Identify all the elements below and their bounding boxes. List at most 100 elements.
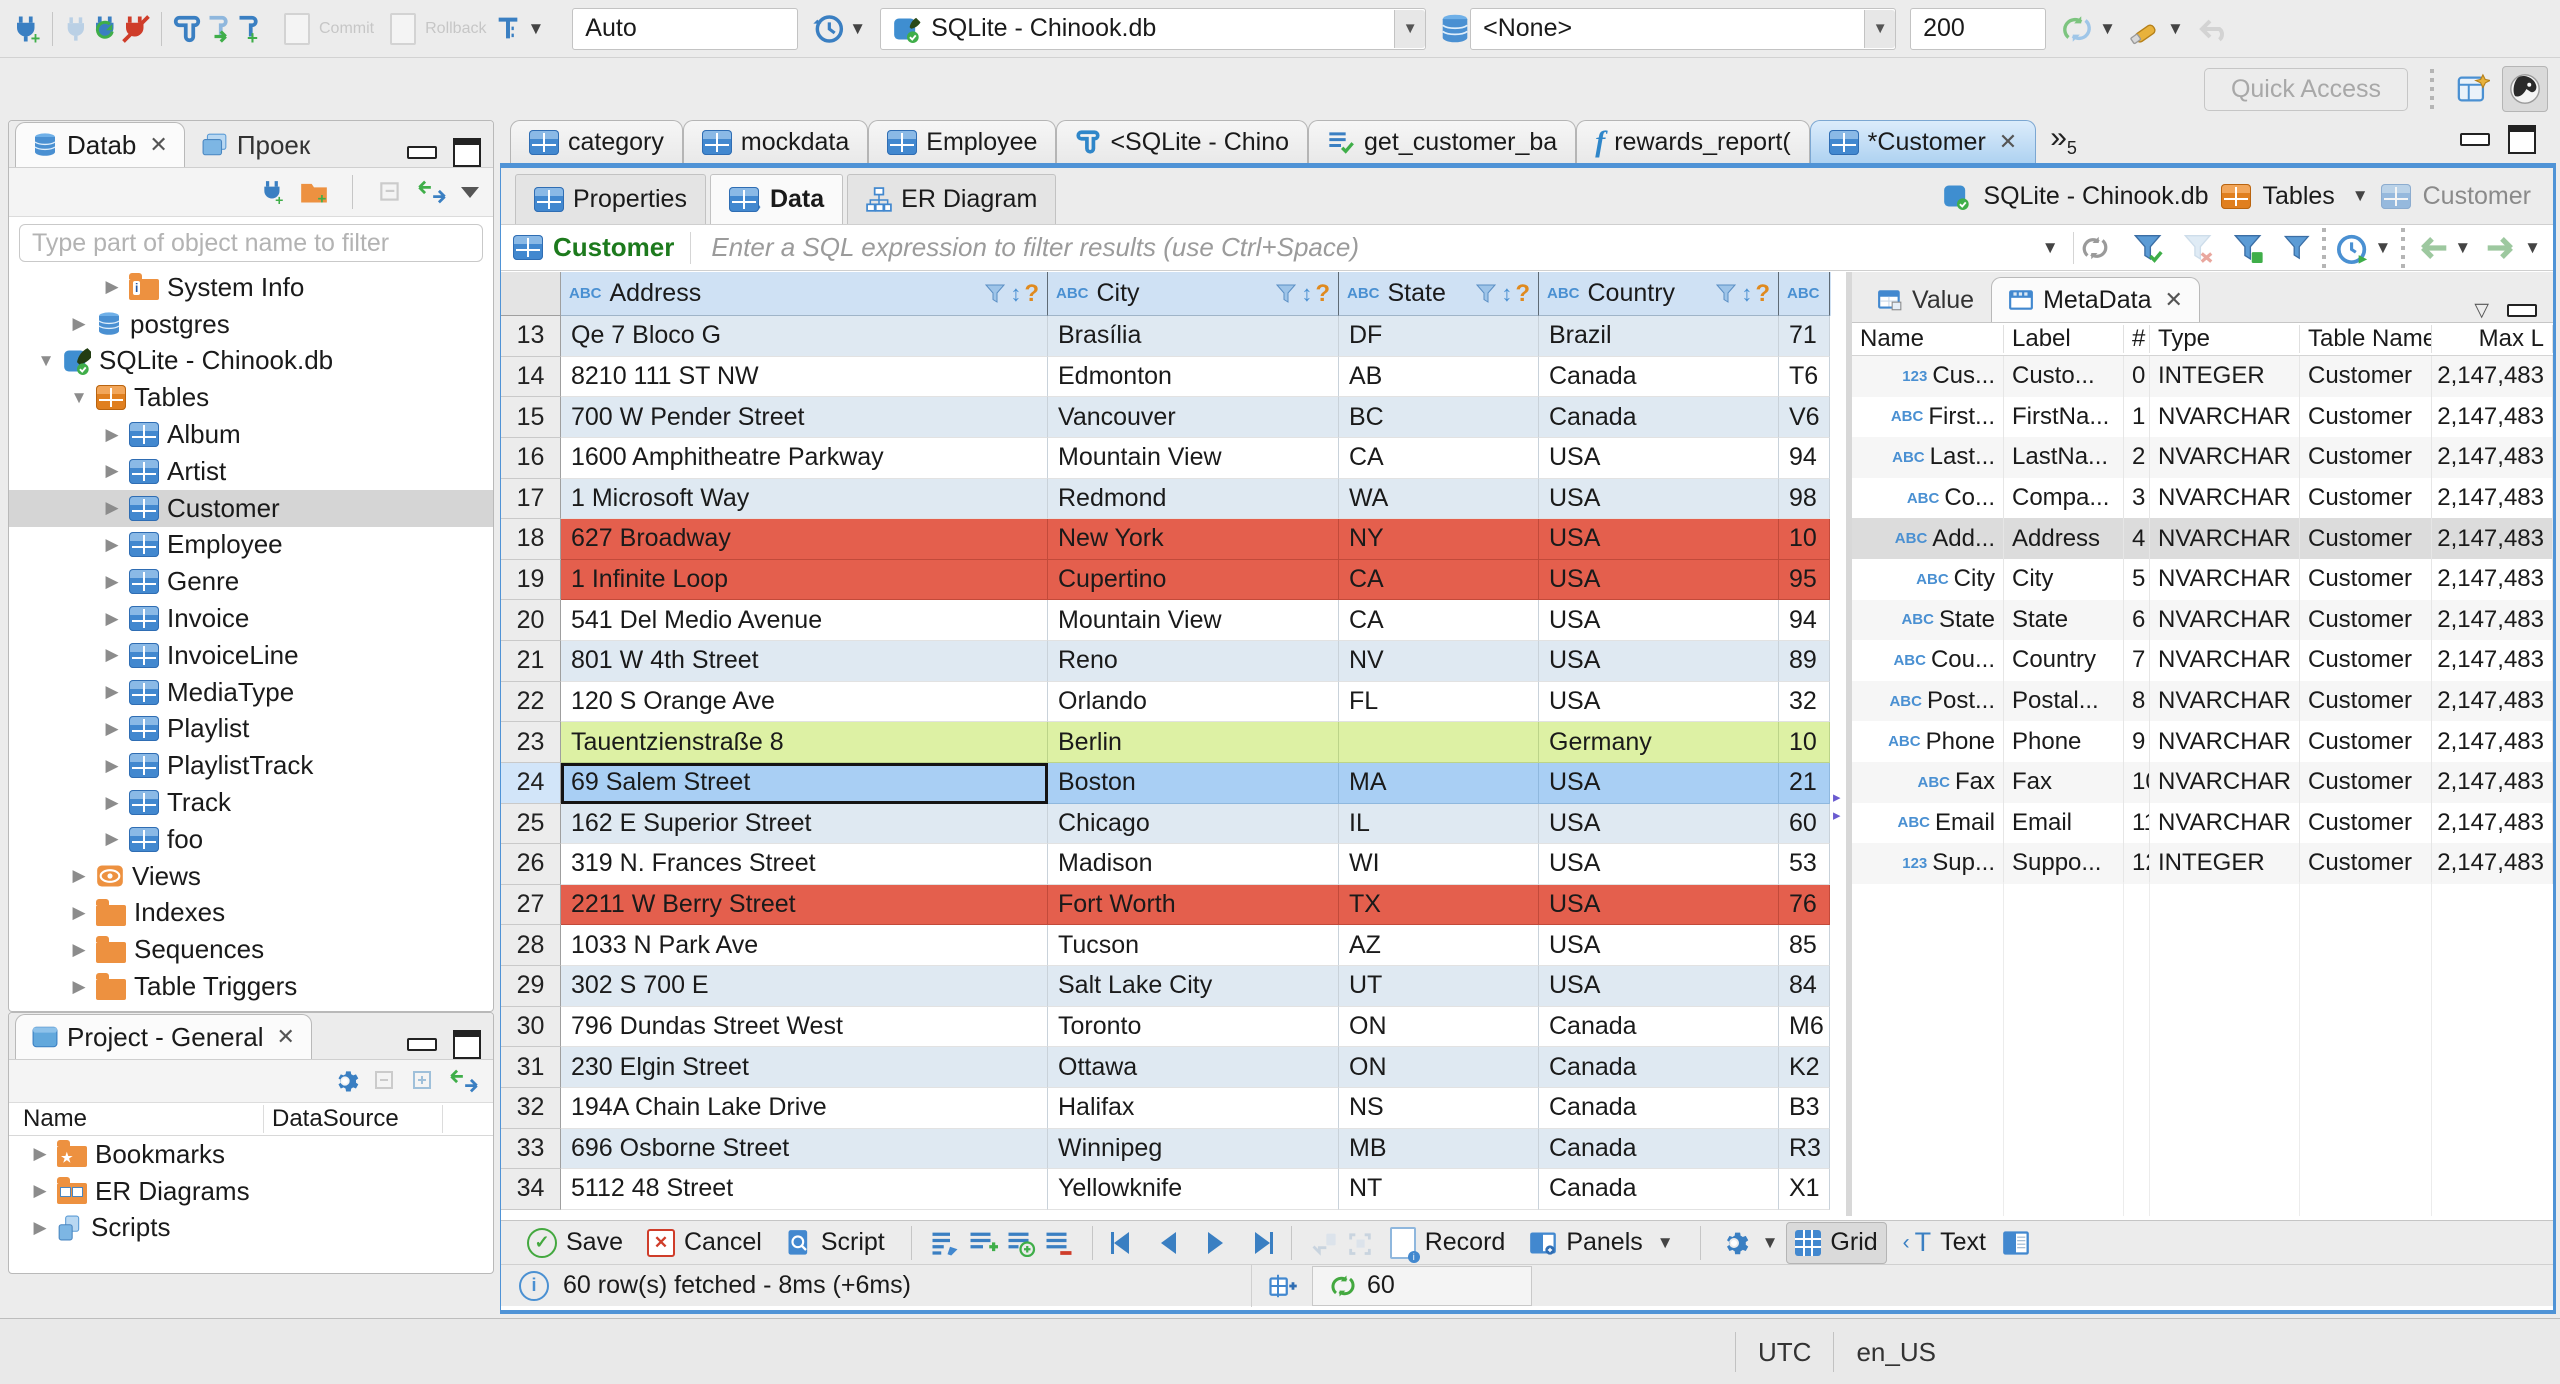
sidebar-item-postgres[interactable]: ▶ postgres	[9, 306, 493, 343]
grid-cell[interactable]: 796 Dundas Street West	[561, 1006, 1048, 1048]
grid-cell[interactable]: Orlando	[1048, 681, 1339, 723]
metadata-row[interactable]: ABC Co... Compa... 3 NVARCHAR Customer 2,147,4…	[1852, 477, 2553, 519]
refresh-count-box[interactable]: 60	[1312, 1265, 1533, 1306]
new-connection-icon[interactable]: +	[12, 14, 42, 44]
tree-expand-arrow[interactable]: ▶	[101, 609, 123, 629]
project-item-bookmarks[interactable]: ▶ ★ Bookmarks	[9, 1136, 493, 1173]
editor-tab--sqlite-chino[interactable]: <SQLite - Chino	[1056, 120, 1309, 163]
tree-expand-arrow[interactable]: ▶	[101, 719, 123, 739]
grid-cell[interactable]: 1600 Amphitheatre Parkway	[561, 437, 1048, 479]
grid-cell[interactable]: USA	[1539, 559, 1779, 601]
row-number[interactable]: 17	[501, 478, 561, 520]
row-number[interactable]: 14	[501, 356, 561, 398]
grid-cell[interactable]: 1 Infinite Loop	[561, 559, 1048, 601]
sidebar-item-invoice[interactable]: ▶ Invoice	[9, 600, 493, 637]
history-dropdown[interactable]: ▼	[849, 19, 866, 39]
grid-cell[interactable]: USA	[1539, 803, 1779, 845]
grid-cell[interactable]: USA	[1539, 600, 1779, 641]
gear-icon[interactable]	[331, 1067, 359, 1095]
column-filter-icon[interactable]	[1476, 283, 1498, 305]
open-sql-script-icon[interactable]	[202, 14, 232, 44]
grid-cell[interactable]: 60	[1779, 803, 1830, 845]
tab-properties[interactable]: Properties	[515, 174, 706, 224]
metadata-row[interactable]: ABC Add... Address 4 NVARCHAR Customer 2,147,4…	[1852, 518, 2553, 559]
meta-column-header-max-l[interactable]: Max L	[2432, 325, 2553, 353]
grid-cell[interactable]: Qe 7 Bloco G	[561, 316, 1048, 357]
context-container-dropdown[interactable]: ▼	[2352, 186, 2369, 206]
last-row-button[interactable]	[1254, 1231, 1273, 1254]
tree-expand-arrow[interactable]: ▶	[101, 572, 123, 592]
grid-cell[interactable]: Tucson	[1048, 925, 1339, 966]
column-filter-icon[interactable]	[985, 283, 1007, 305]
tree-expand-arrow[interactable]: ▶	[101, 498, 123, 518]
grid-cell[interactable]: Brasília	[1048, 316, 1339, 357]
row-number[interactable]: 32	[501, 1087, 561, 1129]
grid-cell[interactable]: TX	[1339, 884, 1539, 926]
tab-data[interactable]: ‹› Data	[709, 174, 844, 224]
grid-cell[interactable]: USA	[1539, 641, 1779, 682]
fetch-previous-dropdown[interactable]: ▼	[2454, 238, 2471, 258]
grid-cell[interactable]: USA	[1539, 519, 1779, 560]
row-number[interactable]: 34	[501, 1169, 561, 1210]
row-number[interactable]: 33	[501, 1128, 561, 1170]
row-number[interactable]: 31	[501, 1047, 561, 1088]
grid-cell[interactable]: Canada	[1539, 1047, 1779, 1088]
metadata-row[interactable]: ABCFaxFax10NVARCHARCustomer2,147,483	[1852, 761, 2553, 803]
grid-cell[interactable]: T6	[1779, 356, 1830, 398]
row-number[interactable]: 27	[501, 884, 561, 926]
row-number[interactable]: 16	[501, 437, 561, 479]
grid-cell[interactable]: 120 S Orange Ave	[561, 681, 1048, 723]
column-sort-icon[interactable]: ↕	[1741, 281, 1752, 307]
context-container-label[interactable]: Tables	[2263, 182, 2335, 211]
grid-corner[interactable]	[501, 272, 561, 316]
grid-cell[interactable]: Germany	[1539, 722, 1779, 763]
column-sort-icon[interactable]: ↕	[1301, 281, 1312, 307]
tree-expand-arrow[interactable]: ▶	[101, 425, 123, 445]
maximize-icon[interactable]	[2508, 125, 2536, 154]
sidebar-item-mediatype[interactable]: ▶ MediaType	[9, 674, 493, 711]
sidebar-item-sequences[interactable]: ▶ Sequences	[9, 931, 493, 968]
sidebar-item-artist[interactable]: ▶ Artist	[9, 453, 493, 490]
metadata-row[interactable]: ABCEmailEmail11NVARCHARCustomer2,147,483	[1852, 802, 2553, 844]
grid-cell[interactable]: K2	[1779, 1047, 1830, 1088]
maximize-icon[interactable]	[453, 1030, 481, 1059]
editor-tab-rewards-report-[interactable]: f rewards_report(	[1576, 120, 1810, 163]
highlighter-icon[interactable]	[2130, 13, 2162, 45]
grid-cell[interactable]: 700 W Pender Street	[561, 397, 1048, 438]
tree-expand-arrow[interactable]: ▶	[101, 756, 123, 776]
gear-dropdown[interactable]: ▼	[1762, 1233, 1779, 1253]
editor-tab-get-customer-ba[interactable]: get_customer_ba	[1308, 120, 1577, 163]
filter-history-dropdown[interactable]: ▼	[2042, 238, 2059, 258]
tree-expand-arrow[interactable]: ▶	[29, 1218, 51, 1238]
grid-cell[interactable]: Canada	[1539, 1087, 1779, 1129]
sidebar-item-data-types[interactable]: ▶Data Types	[9, 1005, 493, 1009]
grid-cell[interactable]: 8210 111 ST NW	[561, 356, 1048, 398]
tab-projects[interactable]: Проек	[185, 122, 327, 167]
fetch-size-panel-icon[interactable]	[1268, 1272, 1298, 1300]
grid-cell[interactable]: CA	[1339, 600, 1539, 641]
grid-cell[interactable]: USA	[1539, 762, 1779, 804]
grid-cell[interactable]: Berlin	[1048, 722, 1339, 763]
metadata-row[interactable]: ABC Phone Phone 9 NVARCHAR Customer 2,147,483	[1852, 721, 2553, 762]
grid-cell[interactable]: 21	[1779, 762, 1830, 804]
grid-cell[interactable]: 5112 48 Street	[561, 1169, 1048, 1210]
sidebar-item-views[interactable]: ▶ Views	[9, 858, 493, 895]
grid-cell[interactable]: NT	[1339, 1169, 1539, 1210]
maximize-icon[interactable]	[453, 138, 481, 167]
close-icon[interactable]: ✕	[1999, 129, 2017, 155]
row-number[interactable]: 20	[501, 600, 561, 641]
sidebar-item-album[interactable]: ▶ Album	[9, 416, 493, 453]
panels-dropdown[interactable]: ▼	[1657, 1233, 1674, 1253]
editor-tab--customer[interactable]: *Customer ✕	[1809, 120, 2037, 163]
meta-column-header-name[interactable]: Name	[1852, 325, 2004, 353]
grid-cell[interactable]: Redmond	[1048, 478, 1339, 520]
tree-expand-arrow[interactable]: ▶	[68, 977, 90, 997]
grid-cell[interactable]: Canada	[1539, 1169, 1779, 1210]
row-number[interactable]: 26	[501, 844, 561, 885]
grid-cell[interactable]: Canada	[1539, 356, 1779, 398]
grid-cell[interactable]: USA	[1539, 884, 1779, 926]
column-sort-icon[interactable]: ↕	[1501, 281, 1512, 307]
grid-cell[interactable]: USA	[1539, 681, 1779, 723]
tree-expand-arrow[interactable]: ▶	[68, 903, 90, 923]
grid-cell[interactable]: MA	[1339, 762, 1539, 804]
